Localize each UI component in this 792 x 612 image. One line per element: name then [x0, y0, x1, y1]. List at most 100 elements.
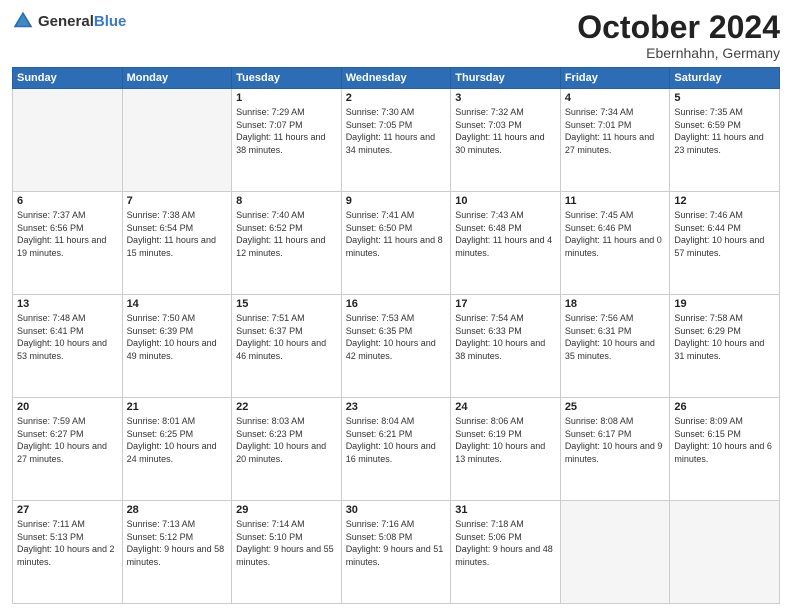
day-info: Sunrise: 7:51 AM Sunset: 6:37 PM Dayligh… — [236, 312, 337, 362]
title-block: October 2024 Ebernhahn, Germany — [577, 10, 780, 61]
calendar-cell: 28 Sunrise: 7:13 AM Sunset: 5:12 PM Dayli… — [122, 501, 232, 604]
day-number: 27 — [17, 504, 118, 516]
calendar-cell — [560, 501, 670, 604]
calendar-cell: 26 Sunrise: 8:09 AM Sunset: 6:15 PM Dayli… — [670, 398, 780, 501]
calendar-cell: 2 Sunrise: 7:30 AM Sunset: 7:05 PM Daylig… — [341, 89, 451, 192]
calendar-cell: 15 Sunrise: 7:51 AM Sunset: 6:37 PM Dayli… — [232, 295, 342, 398]
day-header-monday: Monday — [122, 68, 232, 89]
calendar-cell: 3Sunrise: 7:32 AM Sunset: 7:03 PM Daylig… — [451, 89, 561, 192]
calendar-cell: 18 Sunrise: 7:56 AM Sunset: 6:31 PM Dayli… — [560, 295, 670, 398]
day-info: Sunrise: 7:56 AM Sunset: 6:31 PM Dayligh… — [565, 312, 666, 362]
day-info: Sunrise: 7:32 AM Sunset: 7:03 PM Dayligh… — [455, 106, 556, 156]
day-info: Sunrise: 7:53 AM Sunset: 6:35 PM Dayligh… — [346, 312, 447, 362]
calendar-cell: 19 Sunrise: 7:58 AM Sunset: 6:29 PM Dayli… — [670, 295, 780, 398]
day-number: 5 — [674, 92, 775, 104]
day-info: Sunrise: 8:01 AM Sunset: 6:25 PM Dayligh… — [127, 415, 228, 465]
day-number: 24 — [455, 401, 556, 413]
calendar-cell: 22 Sunrise: 8:03 AM Sunset: 6:23 PM Dayli… — [232, 398, 342, 501]
day-number: 9 — [346, 195, 447, 207]
day-info: Sunrise: 8:09 AM Sunset: 6:15 PM Dayligh… — [674, 415, 775, 465]
title-month: October 2024 — [577, 10, 780, 45]
logo-icon — [12, 10, 34, 32]
day-info: Sunrise: 7:18 AM Sunset: 5:06 PM Dayligh… — [455, 518, 556, 568]
day-header-thursday: Thursday — [451, 68, 561, 89]
calendar-cell: 8 Sunrise: 7:40 AM Sunset: 6:52 PM Daylig… — [232, 192, 342, 295]
page: GeneralBlue October 2024 Ebernhahn, Germ… — [0, 0, 792, 612]
day-number: 4 — [565, 92, 666, 104]
calendar-cell: 7 Sunrise: 7:38 AM Sunset: 6:54 PM Daylig… — [122, 192, 232, 295]
day-number: 16 — [346, 298, 447, 310]
calendar-cell: 12Sunrise: 7:46 AM Sunset: 6:44 PM Dayli… — [670, 192, 780, 295]
week-row-4: 20 Sunrise: 7:59 AM Sunset: 6:27 PM Dayli… — [13, 398, 780, 501]
calendar-cell: 9 Sunrise: 7:41 AM Sunset: 6:50 PM Daylig… — [341, 192, 451, 295]
calendar-cell: 23Sunrise: 8:04 AM Sunset: 6:21 PM Dayli… — [341, 398, 451, 501]
day-info: Sunrise: 7:13 AM Sunset: 5:12 PM Dayligh… — [127, 518, 228, 568]
day-number: 18 — [565, 298, 666, 310]
week-row-2: 6 Sunrise: 7:37 AM Sunset: 6:56 PM Daylig… — [13, 192, 780, 295]
day-info: Sunrise: 7:40 AM Sunset: 6:52 PM Dayligh… — [236, 209, 337, 259]
calendar-cell: 31 Sunrise: 7:18 AM Sunset: 5:06 PM Dayli… — [451, 501, 561, 604]
day-number: 17 — [455, 298, 556, 310]
day-number: 7 — [127, 195, 228, 207]
day-number: 2 — [346, 92, 447, 104]
day-number: 26 — [674, 401, 775, 413]
day-number: 8 — [236, 195, 337, 207]
day-number: 20 — [17, 401, 118, 413]
logo-general: General — [38, 14, 94, 29]
calendar-cell: 29Sunrise: 7:14 AM Sunset: 5:10 PM Dayli… — [232, 501, 342, 604]
calendar-cell: 4 Sunrise: 7:34 AM Sunset: 7:01 PM Daylig… — [560, 89, 670, 192]
calendar-cell: 13 Sunrise: 7:48 AM Sunset: 6:41 PM Dayli… — [13, 295, 123, 398]
calendar-cell — [13, 89, 123, 192]
day-info: Sunrise: 7:37 AM Sunset: 6:56 PM Dayligh… — [17, 209, 118, 259]
day-info: Sunrise: 7:35 AM Sunset: 6:59 PM Dayligh… — [674, 106, 775, 156]
calendar-cell: 25Sunrise: 8:08 AM Sunset: 6:17 PM Dayli… — [560, 398, 670, 501]
day-info: Sunrise: 7:59 AM Sunset: 6:27 PM Dayligh… — [17, 415, 118, 465]
logo: GeneralBlue — [12, 10, 126, 32]
day-info: Sunrise: 7:45 AM Sunset: 6:46 PM Dayligh… — [565, 209, 666, 259]
calendar-cell: 5 Sunrise: 7:35 AM Sunset: 6:59 PM Daylig… — [670, 89, 780, 192]
day-number: 6 — [17, 195, 118, 207]
calendar-table: SundayMondayTuesdayWednesdayThursdayFrid… — [12, 67, 780, 604]
calendar-cell: 11Sunrise: 7:45 AM Sunset: 6:46 PM Dayli… — [560, 192, 670, 295]
day-number: 30 — [346, 504, 447, 516]
day-number: 1 — [236, 92, 337, 104]
day-header-saturday: Saturday — [670, 68, 780, 89]
day-info: Sunrise: 7:43 AM Sunset: 6:48 PM Dayligh… — [455, 209, 556, 259]
calendar-cell: 10 Sunrise: 7:43 AM Sunset: 6:48 PM Dayli… — [451, 192, 561, 295]
day-number: 15 — [236, 298, 337, 310]
calendar-cell: 21 Sunrise: 8:01 AM Sunset: 6:25 PM Dayli… — [122, 398, 232, 501]
day-number: 22 — [236, 401, 337, 413]
day-number: 13 — [17, 298, 118, 310]
day-info: Sunrise: 8:08 AM Sunset: 6:17 PM Dayligh… — [565, 415, 666, 465]
day-number: 31 — [455, 504, 556, 516]
day-header-wednesday: Wednesday — [341, 68, 451, 89]
calendar-cell: 17Sunrise: 7:54 AM Sunset: 6:33 PM Dayli… — [451, 295, 561, 398]
day-number: 10 — [455, 195, 556, 207]
day-info: Sunrise: 7:50 AM Sunset: 6:39 PM Dayligh… — [127, 312, 228, 362]
calendar-cell: 14Sunrise: 7:50 AM Sunset: 6:39 PM Dayli… — [122, 295, 232, 398]
calendar-cell: 6 Sunrise: 7:37 AM Sunset: 6:56 PM Daylig… — [13, 192, 123, 295]
calendar-cell: 30Sunrise: 7:16 AM Sunset: 5:08 PM Dayli… — [341, 501, 451, 604]
day-info: Sunrise: 8:03 AM Sunset: 6:23 PM Dayligh… — [236, 415, 337, 465]
day-info: Sunrise: 7:29 AM Sunset: 7:07 PM Dayligh… — [236, 106, 337, 156]
day-info: Sunrise: 7:41 AM Sunset: 6:50 PM Dayligh… — [346, 209, 447, 259]
calendar-cell: 27 Sunrise: 7:11 AM Sunset: 5:13 PM Dayli… — [13, 501, 123, 604]
day-info: Sunrise: 7:34 AM Sunset: 7:01 PM Dayligh… — [565, 106, 666, 156]
day-info: Sunrise: 7:14 AM Sunset: 5:10 PM Dayligh… — [236, 518, 337, 568]
day-info: Sunrise: 7:11 AM Sunset: 5:13 PM Dayligh… — [17, 518, 118, 568]
day-info: Sunrise: 7:48 AM Sunset: 6:41 PM Dayligh… — [17, 312, 118, 362]
day-info: Sunrise: 7:46 AM Sunset: 6:44 PM Dayligh… — [674, 209, 775, 259]
calendar-cell — [122, 89, 232, 192]
day-number: 19 — [674, 298, 775, 310]
calendar-cell: 20 Sunrise: 7:59 AM Sunset: 6:27 PM Dayli… — [13, 398, 123, 501]
day-number: 21 — [127, 401, 228, 413]
day-info: Sunrise: 7:58 AM Sunset: 6:29 PM Dayligh… — [674, 312, 775, 362]
day-info: Sunrise: 7:30 AM Sunset: 7:05 PM Dayligh… — [346, 106, 447, 156]
day-info: Sunrise: 7:38 AM Sunset: 6:54 PM Dayligh… — [127, 209, 228, 259]
calendar-cell: 24Sunrise: 8:06 AM Sunset: 6:19 PM Dayli… — [451, 398, 561, 501]
day-number: 23 — [346, 401, 447, 413]
calendar-cell: 1 Sunrise: 7:29 AM Sunset: 7:07 PM Daylig… — [232, 89, 342, 192]
day-number: 28 — [127, 504, 228, 516]
calendar-cell — [670, 501, 780, 604]
day-header-sunday: Sunday — [13, 68, 123, 89]
